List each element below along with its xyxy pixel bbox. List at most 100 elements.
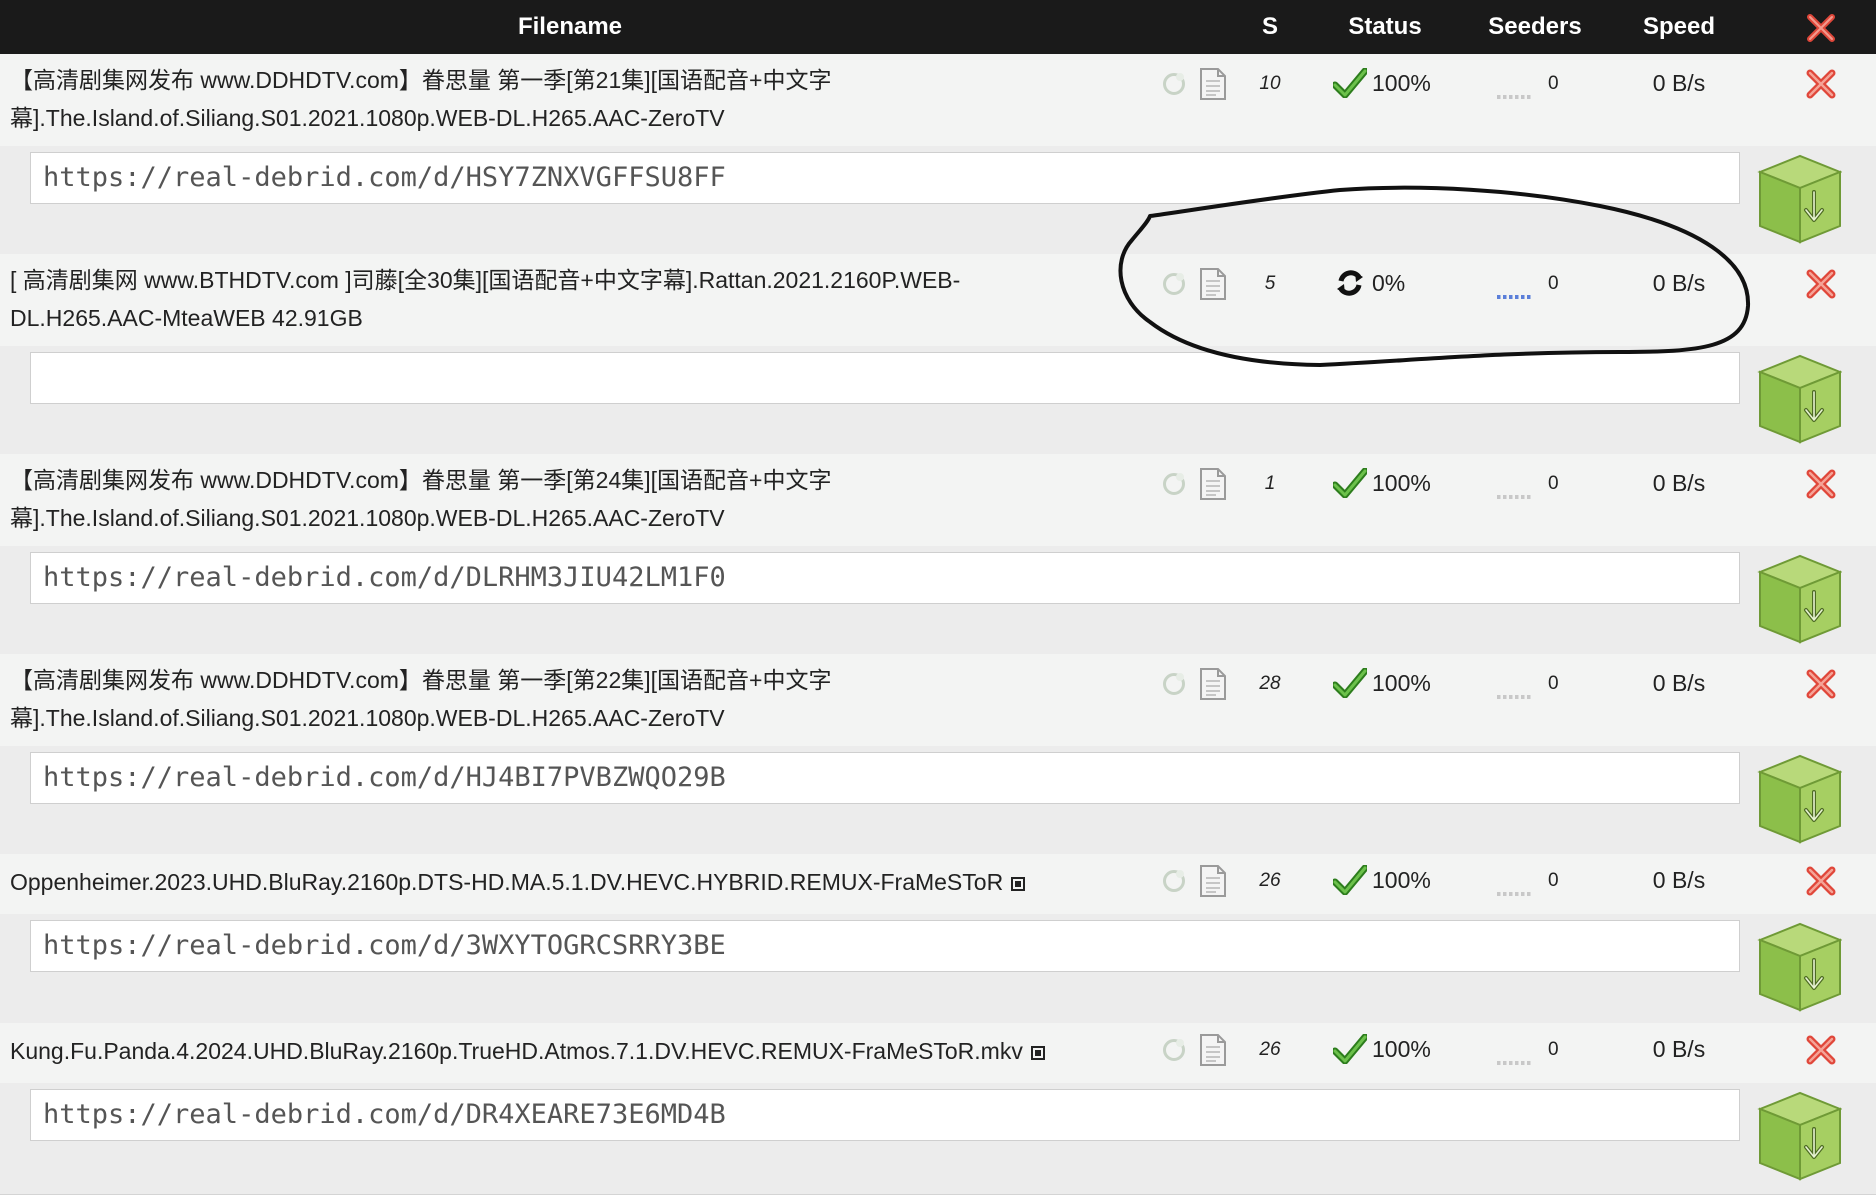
- seeders-count: 0: [1548, 473, 1559, 494]
- download-link-field[interactable]: https://real-debrid.com/d/DLRHM3JIU42LM1…: [30, 552, 1740, 604]
- column-header-s[interactable]: S: [1240, 0, 1300, 54]
- seeders-count: 0: [1548, 73, 1559, 94]
- status-text: 100%: [1372, 670, 1431, 696]
- delete-x-icon[interactable]: [1804, 467, 1838, 501]
- torrent-filename: Kung.Fu.Panda.4.2024.UHD.BluRay.2160p.Tr…: [10, 1032, 1120, 1070]
- column-header-seeders[interactable]: Seeders: [1470, 0, 1600, 54]
- torrent-row: Kung.Fu.Panda.4.2024.UHD.BluRay.2160p.Tr…: [0, 1023, 1876, 1084]
- speed-value: 0 B/s: [1652, 270, 1706, 296]
- status-text: 100%: [1372, 70, 1431, 96]
- seeders-count: 0: [1548, 273, 1559, 294]
- s-count: 5: [1264, 273, 1276, 294]
- status-text: 100%: [1372, 470, 1431, 496]
- speed-value: 0 B/s: [1652, 867, 1706, 893]
- seeders-bar: [1497, 695, 1533, 699]
- torrent-row: [ 高清剧集网 www.BTHDTV.com ]司藤[全30集][国语配音+中文…: [0, 254, 1876, 347]
- refresh-icon: [1333, 268, 1367, 298]
- filename-line-1: 【高清剧集网发布 www.DDHDTV.com】眷思量 第一季[第21集][国语…: [10, 67, 832, 93]
- link-row: https://real-debrid.com/d/DR4XEARE73E6MD…: [0, 1083, 1876, 1195]
- torrent-row: 【高清剧集网发布 www.DDHDTV.com】眷思量 第一季[第24集][国语…: [0, 454, 1876, 547]
- seeders-count: 0: [1548, 673, 1559, 694]
- seeders-count: 0: [1548, 1039, 1559, 1060]
- download-box-icon[interactable]: [1756, 1089, 1843, 1181]
- table-header: Filename S Status Seeders Speed: [0, 0, 1876, 54]
- seeders-bar: [1497, 495, 1533, 499]
- delete-x-icon[interactable]: [1804, 267, 1838, 301]
- link-row: [0, 346, 1876, 455]
- link-row: https://real-debrid.com/d/DLRHM3JIU42LM1…: [0, 546, 1876, 655]
- progress-ring-icon[interactable]: [1163, 1039, 1185, 1061]
- checkmark-icon: [1331, 1033, 1369, 1065]
- download-link-field[interactable]: https://real-debrid.com/d/HJ4BI7PVBZWQO2…: [30, 752, 1740, 804]
- download-box-icon[interactable]: [1756, 552, 1843, 644]
- torrent-row: Oppenheimer.2023.UHD.BluRay.2160p.DTS-HD…: [0, 854, 1876, 915]
- progress-ring-icon[interactable]: [1163, 673, 1185, 695]
- s-count: 26: [1259, 870, 1281, 891]
- progress-ring-icon[interactable]: [1163, 273, 1185, 295]
- progress-ring-icon[interactable]: [1163, 473, 1185, 495]
- document-icon[interactable]: [1198, 864, 1228, 898]
- progress-ring-icon[interactable]: [1163, 73, 1185, 95]
- column-header-speed[interactable]: Speed: [1620, 0, 1738, 54]
- delete-x-icon[interactable]: [1804, 667, 1838, 701]
- download-box-icon[interactable]: [1756, 920, 1843, 1012]
- checkmark-icon: [1331, 67, 1369, 99]
- torrent-row: 【高清剧集网发布 www.DDHDTV.com】眷思量 第一季[第22集][国语…: [0, 654, 1876, 747]
- seeders-count: 0: [1548, 870, 1559, 891]
- speed-value: 0 B/s: [1652, 670, 1706, 696]
- torrent-filename: 【高清剧集网发布 www.DDHDTV.com】眷思量 第一季[第22集][国语…: [10, 661, 1120, 737]
- delete-x-icon[interactable]: [1804, 67, 1838, 101]
- filename-line-2: 幕].The.Island.of.Siliang.S01.2021.1080p.…: [10, 105, 725, 131]
- filename-line-1: [ 高清剧集网 www.BTHDTV.com ]司藤[全30集][国语配音+中文…: [10, 267, 961, 293]
- speed-value: 0 B/s: [1652, 70, 1706, 96]
- document-icon[interactable]: [1198, 1033, 1228, 1067]
- download-link-field[interactable]: [30, 352, 1740, 404]
- s-count: 28: [1259, 673, 1281, 694]
- column-header-filename[interactable]: Filename: [380, 0, 760, 54]
- torrent-row: 【高清剧集网发布 www.DDHDTV.com】眷思量 第一季[第21集][国语…: [0, 54, 1876, 147]
- filename-line-1: 【高清剧集网发布 www.DDHDTV.com】眷思量 第一季[第24集][国语…: [10, 467, 832, 493]
- status-text: 100%: [1372, 1036, 1431, 1062]
- download-link-field[interactable]: https://real-debrid.com/d/3WXYTOGRCSRRY3…: [30, 920, 1740, 972]
- delete-x-icon[interactable]: [1804, 864, 1838, 898]
- speed-value: 0 B/s: [1652, 1036, 1706, 1062]
- stream-icon[interactable]: [1030, 1046, 1045, 1060]
- status-text: 100%: [1372, 867, 1431, 893]
- filename-line-1: 【高清剧集网发布 www.DDHDTV.com】眷思量 第一季[第22集][国语…: [10, 667, 832, 693]
- torrent-filename: 【高清剧集网发布 www.DDHDTV.com】眷思量 第一季[第21集][国语…: [10, 61, 1120, 137]
- torrent-filename: Oppenheimer.2023.UHD.BluRay.2160p.DTS-HD…: [10, 863, 1120, 901]
- download-box-icon[interactable]: [1756, 152, 1843, 244]
- seeders-bar: [1497, 95, 1533, 99]
- progress-ring-icon[interactable]: [1163, 870, 1185, 892]
- filename-line-2: 幕].The.Island.of.Siliang.S01.2021.1080p.…: [10, 505, 725, 531]
- checkmark-icon: [1331, 667, 1369, 699]
- link-row: https://real-debrid.com/d/3WXYTOGRCSRRY3…: [0, 914, 1876, 1024]
- document-icon[interactable]: [1198, 267, 1228, 301]
- filename-line-2: 幕].The.Island.of.Siliang.S01.2021.1080p.…: [10, 705, 725, 731]
- s-count: 1: [1264, 473, 1276, 494]
- speed-value: 0 B/s: [1652, 470, 1706, 496]
- filename-line-1: Oppenheimer.2023.UHD.BluRay.2160p.DTS-HD…: [10, 863, 1120, 901]
- stream-icon[interactable]: [1011, 877, 1026, 891]
- checkmark-icon: [1331, 864, 1369, 896]
- link-row: https://real-debrid.com/d/HSY7ZNXVGFFSU8…: [0, 146, 1876, 255]
- status-text: 0%: [1372, 270, 1406, 296]
- seeders-bar: [1497, 1061, 1533, 1065]
- seeders-bar: [1497, 295, 1533, 299]
- download-box-icon[interactable]: [1756, 352, 1843, 444]
- download-box-icon[interactable]: [1756, 752, 1843, 844]
- document-icon[interactable]: [1198, 67, 1228, 101]
- column-header-status[interactable]: Status: [1320, 0, 1450, 54]
- seeders-bar: [1497, 892, 1533, 896]
- torrent-filename: [ 高清剧集网 www.BTHDTV.com ]司藤[全30集][国语配音+中文…: [10, 261, 1120, 337]
- filename-line-1: Kung.Fu.Panda.4.2024.UHD.BluRay.2160p.Tr…: [10, 1032, 1120, 1070]
- s-count: 10: [1259, 73, 1281, 94]
- document-icon[interactable]: [1198, 467, 1228, 501]
- checkmark-icon: [1331, 467, 1369, 499]
- document-icon[interactable]: [1198, 667, 1228, 701]
- delete-x-icon[interactable]: [1804, 1033, 1838, 1067]
- download-link-field[interactable]: https://real-debrid.com/d/HSY7ZNXVGFFSU8…: [30, 152, 1740, 204]
- download-link-field[interactable]: https://real-debrid.com/d/DR4XEARE73E6MD…: [30, 1089, 1740, 1141]
- filename-line-2: DL.H265.AAC-MteaWEB 42.91GB: [10, 305, 363, 331]
- delete-all-icon[interactable]: [1806, 13, 1836, 43]
